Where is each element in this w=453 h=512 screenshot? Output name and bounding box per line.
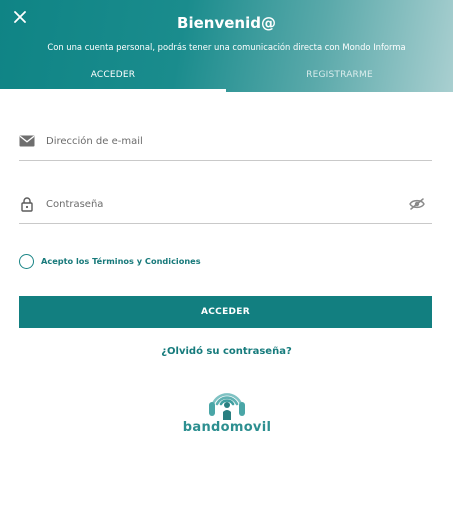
eye-off-icon (409, 198, 425, 210)
header: Bienvenid@ Con una cuenta personal, podr… (0, 0, 453, 92)
password-input[interactable] (46, 192, 396, 216)
bandomovil-logo-icon (209, 393, 245, 420)
terms-row: Acepto los Términos y Condiciones (19, 252, 201, 270)
password-field-container (19, 184, 432, 224)
login-button[interactable]: ACCEDER (19, 296, 432, 328)
terms-label[interactable]: Acepto los Términos y Condiciones (41, 256, 201, 266)
active-tab-indicator (0, 89, 226, 92)
brand-logo: bandomovil (182, 382, 272, 442)
tab-login[interactable]: ACCEDER (0, 58, 226, 92)
email-input[interactable] (46, 129, 396, 153)
terms-radio[interactable] (19, 253, 34, 269)
page-title: Bienvenid@ (177, 14, 276, 32)
mail-icon (19, 133, 35, 149)
forgot-password-link[interactable]: ¿Olvidó su contraseña? (0, 346, 453, 357)
email-field-container (19, 121, 432, 161)
tab-register[interactable]: REGISTRARME (226, 58, 453, 92)
password-visibility-toggle[interactable] (408, 195, 426, 213)
logo-text: bandomovil (182, 420, 272, 435)
header-subtitle: Con una cuenta personal, podrás tener un… (47, 42, 406, 52)
lock-icon (19, 196, 35, 212)
